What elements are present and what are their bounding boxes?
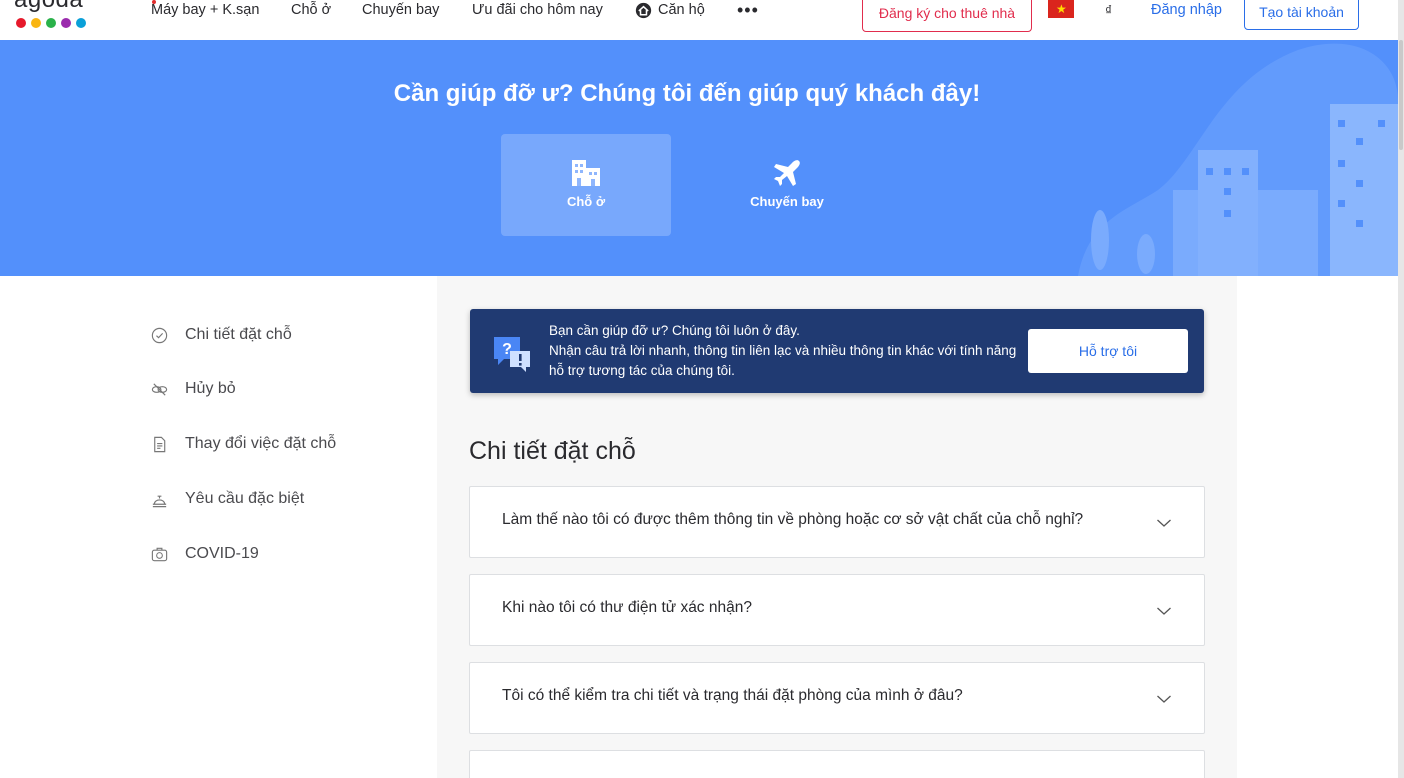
faq-item[interactable]: Làm thế nào tôi có được thêm thông tin v…: [469, 486, 1205, 558]
sidebar-item-covid[interactable]: COVID-19: [150, 542, 259, 566]
support-banner-line1: Bạn cần giúp đỡ ư? Chúng tôi luôn ở đây.: [549, 323, 800, 338]
hotel-icon: [572, 160, 600, 186]
top-navigation: agoda Máy bay + K.sạn Chỗ ở Chuyến bay Ư…: [0, 0, 1398, 40]
logo-text: agoda: [14, 0, 83, 14]
agoda-logo[interactable]: agoda: [14, 0, 94, 30]
page-scrollbar[interactable]: [1398, 0, 1404, 778]
check-circle-icon: [151, 327, 168, 343]
sidebar-item-label: COVID-19: [185, 545, 259, 562]
sidebar-item-cancellation[interactable]: Hủy bỏ: [150, 377, 236, 401]
medical-kit-icon: [151, 547, 168, 561]
tab-flights[interactable]: Chuyến bay: [702, 134, 872, 236]
sidebar-item-booking-details[interactable]: Chi tiết đặt chỗ: [150, 323, 292, 347]
sidebar-item-change-booking[interactable]: Thay đổi việc đặt chỗ: [150, 432, 336, 456]
help-hero: Cần giúp đỡ ư? Chúng tôi đến giúp quý kh…: [0, 40, 1398, 276]
nav-apartments-label: Căn hộ: [658, 2, 705, 18]
faq-question: Tôi có thể kiểm tra chi tiết và trạng th…: [502, 687, 963, 704]
support-banner-text: Bạn cần giúp đỡ ư? Chúng tôi luôn ở đây.…: [549, 321, 1019, 381]
airplane-icon: [774, 160, 800, 186]
sidebar-item-label: Chi tiết đặt chỗ: [185, 326, 292, 343]
faq-question: Khi nào tôi có thư điện tử xác nhận?: [502, 599, 752, 616]
sidebar-item-label: Hủy bỏ: [185, 380, 236, 397]
nav-accommodation[interactable]: Chỗ ở: [291, 0, 331, 20]
sidebar-item-label: Yêu cầu đặc biệt: [185, 490, 305, 507]
house-icon: [635, 2, 652, 18]
section-title: Chi tiết đặt chỗ: [469, 437, 636, 465]
nav-apartments[interactable]: Căn hộ: [635, 0, 705, 20]
hero-title: Cần giúp đỡ ư? Chúng tôi đến giúp quý kh…: [393, 80, 981, 107]
tab-flights-label: Chuyến bay: [750, 194, 824, 209]
chevron-down-icon: [1157, 519, 1171, 527]
tab-accommodation[interactable]: Chỗ ở: [501, 134, 671, 236]
city-illustration: [1078, 43, 1398, 276]
login-link[interactable]: Đăng nhập: [1151, 0, 1222, 20]
nav-flight-hotel[interactable]: Máy bay + K.sạn: [151, 0, 259, 20]
support-banner: ? Bạn cần giúp đỡ ư? Chúng tôi luôn ở đâ…: [470, 309, 1204, 393]
host-signup-button[interactable]: Đăng ký cho thuê nhà: [862, 0, 1032, 32]
sidebar-item-special-requests[interactable]: Yêu cầu đặc biệt: [150, 487, 304, 511]
vietnam-flag-icon[interactable]: ★: [1048, 0, 1074, 18]
support-banner-line2: Nhận câu trả lời nhanh, thông tin liên l…: [549, 343, 1017, 378]
logo-dots: [16, 18, 86, 28]
nav-flights[interactable]: Chuyến bay: [362, 0, 439, 20]
faq-question: Làm thế nào tôi có được thêm thông tin v…: [502, 511, 1084, 528]
sidebar-item-label: Thay đổi việc đặt chỗ: [185, 435, 337, 452]
faq-item[interactable]: Tôi có thể kiểm tra chi tiết và trạng th…: [469, 662, 1205, 734]
faq-item-partial[interactable]: [469, 750, 1205, 778]
chevron-down-icon: [1157, 695, 1171, 703]
nav-deals-today[interactable]: Ưu đãi cho hôm nay: [472, 0, 603, 20]
chevron-down-icon: [1157, 607, 1171, 615]
help-chat-icon: ?: [494, 337, 530, 372]
help-me-button[interactable]: Hỗ trợ tôi: [1028, 329, 1188, 373]
faq-item[interactable]: Khi nào tôi có thư điện tử xác nhận?: [469, 574, 1205, 646]
document-icon: [154, 436, 166, 452]
cancel-link-icon: [151, 382, 168, 396]
page: agoda Máy bay + K.sạn Chỗ ở Chuyến bay Ư…: [0, 0, 1404, 778]
service-bell-icon: [152, 495, 167, 507]
create-account-button[interactable]: Tạo tài khoản: [1244, 0, 1359, 30]
more-menu-icon[interactable]: •••: [737, 1, 759, 19]
tab-accommodation-label: Chỗ ở: [566, 194, 606, 209]
currency-selector[interactable]: ₫: [1105, 0, 1112, 20]
